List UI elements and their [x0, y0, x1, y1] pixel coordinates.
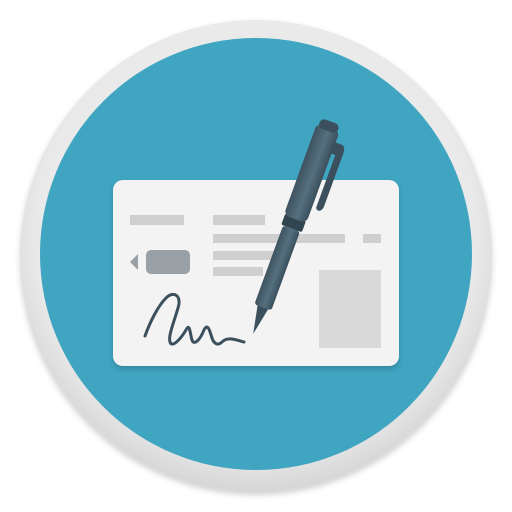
card-line-3 [213, 251, 275, 260]
card-line-2-right [363, 234, 381, 243]
card-line-top-mid [213, 215, 265, 225]
app-icon [0, 0, 512, 512]
app-icon-graphic [20, 20, 492, 492]
photo-placeholder [319, 270, 381, 348]
card-line-top-left [130, 215, 184, 225]
card-line-4 [213, 267, 263, 276]
